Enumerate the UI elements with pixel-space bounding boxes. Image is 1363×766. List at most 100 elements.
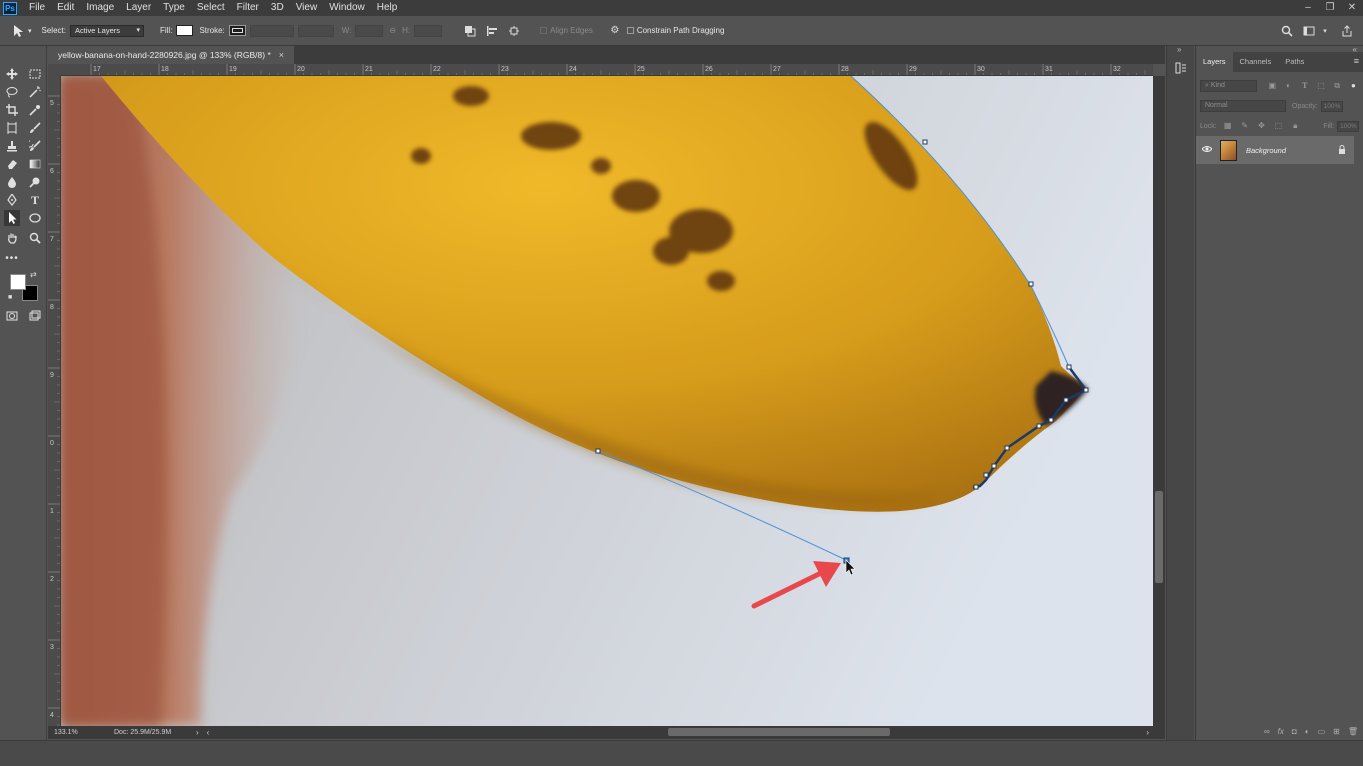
path-operations-icon[interactable] [462, 23, 478, 39]
workspace-icon[interactable] [1301, 23, 1317, 39]
document-canvas[interactable] [61, 76, 1153, 726]
default-colors-icon[interactable]: ■ [8, 294, 12, 301]
new-group-icon[interactable]: ▭ [1318, 727, 1326, 736]
screen-mode-icon[interactable] [27, 308, 43, 324]
lock-position-icon[interactable]: ✥ [1256, 120, 1268, 132]
filter-toggle-icon[interactable]: ● [1348, 80, 1359, 92]
menu-3d[interactable]: 3D [265, 0, 290, 16]
clone-stamp-tool-icon[interactable] [4, 138, 20, 154]
chevron-down-icon[interactable]: ▾ [1317, 23, 1333, 39]
menu-window[interactable]: Window [323, 0, 371, 16]
foreground-color-swatch[interactable] [10, 274, 26, 290]
zoom-level[interactable]: 133.1% [54, 729, 94, 736]
height-field[interactable] [414, 24, 443, 37]
lasso-tool-icon[interactable] [4, 84, 20, 100]
blend-mode-dropdown[interactable]: Normal [1200, 100, 1286, 112]
lock-transparent-icon[interactable]: ▦ [1222, 120, 1234, 132]
lock-icon[interactable] [1338, 144, 1346, 156]
tab-channels[interactable]: Channels [1233, 52, 1279, 72]
lock-image-icon[interactable]: ✎ [1239, 120, 1251, 132]
gradient-tool-icon[interactable] [27, 156, 43, 172]
stroke-width-field[interactable] [249, 24, 294, 37]
zoom-tool-icon[interactable] [27, 230, 43, 246]
marquee-tool-icon[interactable] [27, 66, 43, 82]
adjustment-layer-icon[interactable]: ◐ [1305, 727, 1310, 736]
fill-swatch[interactable] [176, 25, 194, 36]
scroll-right-icon[interactable]: › [1146, 728, 1149, 737]
vertical-ruler[interactable]: 5 6 7 8 9 0 1 2 3 4 [48, 76, 61, 726]
history-panel-icon[interactable] [1174, 62, 1188, 76]
restore-button[interactable]: ❐ [1319, 0, 1341, 16]
vertical-scrollbar[interactable] [1153, 76, 1165, 726]
type-tool-icon[interactable]: T [27, 192, 43, 208]
scroll-left-icon[interactable]: ‹ [207, 728, 210, 737]
constrain-path-checkbox[interactable] [626, 27, 634, 34]
width-field[interactable] [355, 24, 384, 37]
tab-paths[interactable]: Paths [1278, 52, 1311, 72]
menu-type[interactable]: Type [157, 0, 191, 16]
chevron-down-icon[interactable]: ▾ [28, 27, 32, 35]
path-arrangement-icon[interactable] [506, 23, 522, 39]
filter-type-icon[interactable]: T [1299, 80, 1310, 92]
menu-filter[interactable]: Filter [231, 0, 265, 16]
filter-adjustment-icon[interactable]: ◐ [1283, 80, 1294, 92]
close-icon[interactable]: × [279, 46, 284, 64]
minimize-button[interactable]: – [1297, 0, 1319, 16]
doc-size-info[interactable]: Doc: 25.9M/25.9M [114, 729, 194, 736]
menu-select[interactable]: Select [191, 0, 231, 16]
blur-tool-icon[interactable] [4, 174, 20, 190]
document-tab[interactable]: yellow-banana-on-hand-2280926.jpg @ 133%… [48, 46, 295, 64]
vertical-scroll-thumb[interactable] [1155, 491, 1163, 583]
stroke-type-dropdown[interactable] [297, 24, 334, 37]
lock-all-icon[interactable]: 🔒︎ [1289, 120, 1301, 132]
menu-layer[interactable]: Layer [120, 0, 157, 16]
magic-wand-tool-icon[interactable] [27, 84, 43, 100]
layer-name[interactable]: Background [1246, 146, 1338, 155]
filter-pixel-icon[interactable]: ▣ [1267, 80, 1278, 92]
share-icon[interactable] [1339, 23, 1355, 39]
add-mask-icon[interactable]: ◘ [1292, 727, 1297, 736]
collapse-icon[interactable]: « [1353, 45, 1357, 54]
lock-artboard-icon[interactable]: ⬚ [1272, 120, 1284, 132]
horizontal-scroll-thumb[interactable] [668, 728, 890, 736]
collapse-icon[interactable]: » [1177, 45, 1181, 54]
opacity-field[interactable]: 100% [1320, 100, 1343, 112]
path-selection-tool-preset-icon[interactable] [10, 23, 26, 39]
menu-edit[interactable]: Edit [51, 0, 80, 16]
dodge-tool-icon[interactable] [27, 174, 43, 190]
gear-icon[interactable]: ⚙ [607, 23, 623, 39]
quick-mask-icon[interactable] [4, 308, 20, 324]
menu-help[interactable]: Help [371, 0, 404, 16]
filter-smart-object-icon[interactable]: ⧉ [1332, 80, 1343, 92]
visibility-eye-icon[interactable] [1201, 145, 1216, 155]
stroke-swatch[interactable] [228, 25, 246, 36]
tab-layers[interactable]: Layers [1196, 52, 1233, 72]
ellipse-tool-icon[interactable] [27, 210, 43, 226]
fill-field[interactable]: 100% [1337, 120, 1360, 132]
close-window-button[interactable]: ✕ [1341, 0, 1363, 16]
kind-filter-dropdown[interactable]: ⌕ Kind [1200, 80, 1257, 92]
delete-layer-icon[interactable]: 🗑︎ [1348, 727, 1358, 736]
layer-row-background[interactable]: Background [1196, 136, 1354, 164]
menu-file[interactable]: File [23, 0, 51, 16]
more-tools-icon[interactable]: ••• [4, 250, 20, 266]
panel-menu-icon[interactable]: ≡ [1354, 56, 1359, 66]
history-brush-tool-icon[interactable] [27, 138, 43, 154]
pen-tool-icon[interactable] [4, 192, 20, 208]
filter-shape-icon[interactable]: ⬚ [1315, 80, 1326, 92]
new-layer-icon[interactable]: ⊞ [1333, 727, 1340, 736]
ruler-origin[interactable] [48, 64, 61, 76]
path-selection-tool-icon[interactable] [4, 210, 20, 226]
crop-tool-icon[interactable] [4, 102, 20, 118]
frame-tool-icon[interactable] [4, 120, 20, 136]
link-icon[interactable]: ⊖ [389, 26, 396, 35]
align-edges-checkbox[interactable] [540, 27, 548, 34]
layer-style-fx-icon[interactable]: fx [1278, 727, 1284, 736]
hand-tool-icon[interactable] [4, 230, 20, 246]
move-tool-icon[interactable] [4, 66, 20, 82]
align-edges-option[interactable]: Align Edges [540, 26, 593, 35]
menu-image[interactable]: Image [80, 0, 120, 16]
search-icon[interactable] [1279, 23, 1295, 39]
swap-colors-icon[interactable]: ⇄ [30, 270, 37, 279]
eraser-tool-icon[interactable] [4, 156, 20, 172]
